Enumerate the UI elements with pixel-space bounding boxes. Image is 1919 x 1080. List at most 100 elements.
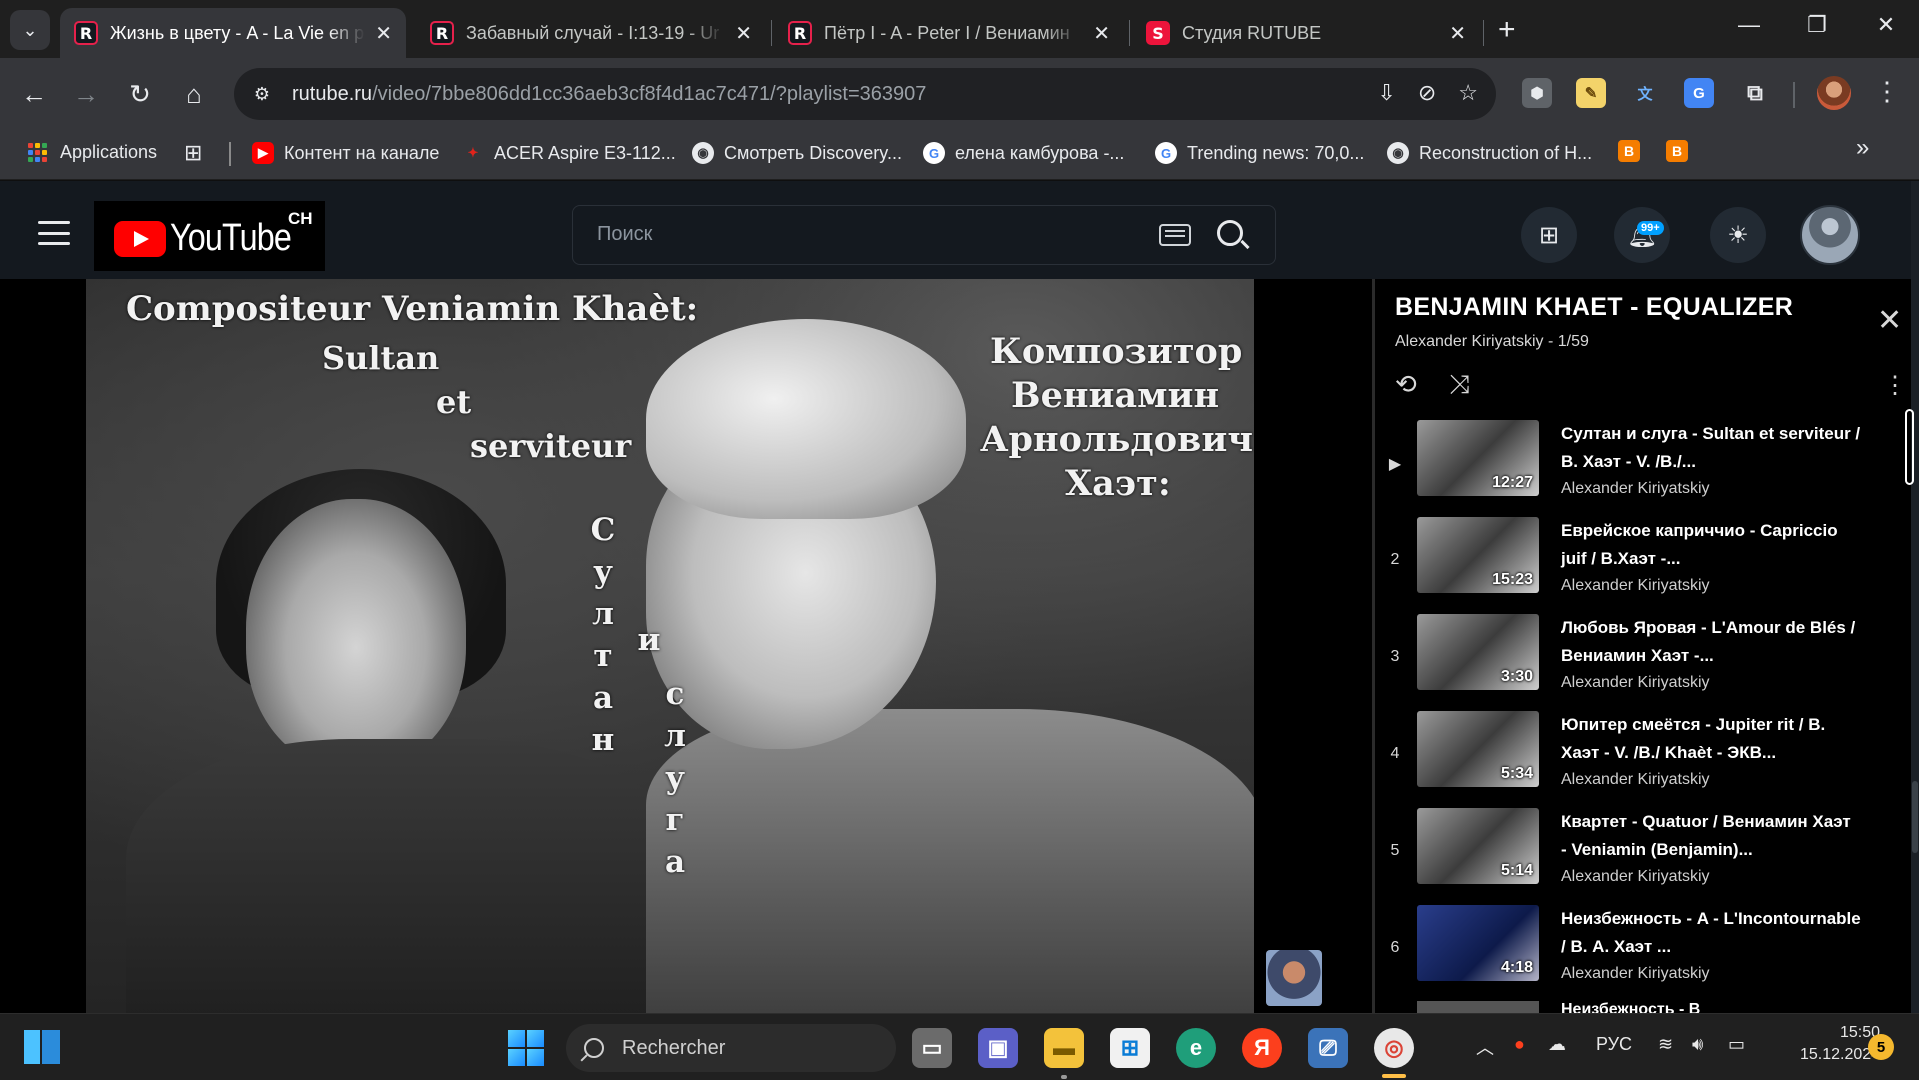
playlist-item-title[interactable]: Султан и слуга - Sultan et serviteur / В… <box>1561 420 1861 476</box>
scrollbar-thumb[interactable] <box>1912 781 1918 853</box>
edge-icon[interactable]: e <box>1176 1028 1216 1068</box>
chrome-icon[interactable]: ◎ <box>1374 1028 1414 1068</box>
home-icon[interactable]: ⌂ <box>176 76 212 112</box>
more-vert-icon[interactable]: ⋮ <box>1883 371 1907 400</box>
playlist-item[interactable]: 6 4:18 Неизбежность - A - L'Incontournab… <box>1375 905 1895 995</box>
menu-icon[interactable] <box>38 221 70 245</box>
bookmark-channel-content[interactable]: ▶ Контент на канале <box>252 142 439 164</box>
video-thumbnail[interactable]: 3:30 <box>1417 614 1539 690</box>
remote-desktop-icon[interactable]: ⎚ <box>1308 1028 1348 1068</box>
notifications-button[interactable]: 🔔︎ <box>1614 207 1670 263</box>
url-text[interactable]: rutube.ru/video/7bbe806dd1cc36aeb3cf8f4d… <box>292 83 926 106</box>
video-player[interactable]: Compositeur Veniamin Khaèt: Sultan et se… <box>0 279 1372 1013</box>
extension-cube-icon[interactable]: ⬢ <box>1522 78 1552 108</box>
playlist-scrollbar[interactable] <box>1905 409 1914 485</box>
notification-count-badge[interactable]: 5 <box>1868 1034 1894 1060</box>
playlist-item-author[interactable]: Alexander Kiriyatskiy <box>1561 771 1710 789</box>
taskbar-search[interactable]: Rechercher <box>566 1024 896 1072</box>
playlist-item-title[interactable]: Юпитер смеётся - Jupiter rit / В. Хаэт -… <box>1561 711 1861 767</box>
video-thumbnail[interactable]: 5:14 <box>1417 808 1539 884</box>
volume-icon[interactable]: 🔊︎ <box>1692 1034 1703 1055</box>
more-bookmarks-icon[interactable]: » <box>1856 134 1869 162</box>
tab-2[interactable]: R Забавный случай - I:13-19 - Ur ✕ <box>416 8 766 58</box>
install-app-icon[interactable]: ⇩ <box>1377 80 1395 106</box>
address-bar[interactable]: ⚙ rutube.ru/video/7bbe806dd1cc36aeb3cf8f… <box>234 68 1496 120</box>
back-icon[interactable]: ← <box>16 76 52 112</box>
video-thumbnail[interactable] <box>1417 1001 1539 1013</box>
close-icon[interactable]: ✕ <box>1449 21 1466 46</box>
video-thumbnail[interactable]: 15:23 <box>1417 517 1539 593</box>
video-frame[interactable]: Compositeur Veniamin Khaèt: Sultan et se… <box>86 279 1254 1013</box>
new-tab-button[interactable]: + <box>1498 13 1516 47</box>
search-input[interactable]: Поиск <box>572 205 1276 265</box>
widgets-icon[interactable] <box>24 1030 60 1064</box>
tab-3[interactable]: R Пётр I - A - Peter I / Вениамин ✕ <box>774 8 1124 58</box>
playlist-item-author[interactable]: Alexander Kiriyatskiy <box>1561 868 1710 886</box>
site-settings-icon[interactable]: ⚙ <box>242 74 282 114</box>
bookmark-kamburova[interactable]: G елена камбурова -... <box>923 142 1124 164</box>
playlist-item[interactable]: 3 3:30 Любовь Яровая - L'Amour de Blés /… <box>1375 614 1895 704</box>
playlist-item-title[interactable]: Неизбежность - В <box>1561 1001 1700 1013</box>
tab-search-button[interactable]: ⌄ <box>10 10 50 50</box>
teams-icon[interactable]: ▣ <box>978 1028 1018 1068</box>
windows-start-icon[interactable] <box>508 1030 544 1066</box>
playlist-item[interactable]: ▶ 12:27 Султан и слуга - Sultan et servi… <box>1375 420 1895 510</box>
bookmark-applications[interactable]: Applications <box>28 142 157 163</box>
channel-logo[interactable]: YouTube CH <box>94 201 325 271</box>
bookmark-tab-groups[interactable]: ⊞ <box>184 140 202 166</box>
task-view-icon[interactable]: ▭ <box>912 1028 952 1068</box>
playlist-item[interactable]: 2 15:23 Еврейское каприччио - Capriccio … <box>1375 517 1895 607</box>
onedrive-icon[interactable]: ☁ <box>1548 1034 1566 1055</box>
close-icon[interactable]: ✕ <box>375 21 392 46</box>
playlist-item-author[interactable]: Alexander Kiriyatskiy <box>1561 480 1710 498</box>
wifi-icon[interactable]: ≋ <box>1658 1034 1673 1055</box>
bookmark-trending[interactable]: G Trending news: 70,0... <box>1155 142 1364 164</box>
file-explorer-icon[interactable]: ▬ <box>1044 1028 1084 1068</box>
profile-avatar[interactable] <box>1817 76 1851 110</box>
extension-translate-icon[interactable]: 文 <box>1630 78 1660 108</box>
tab-1[interactable]: R Жизнь в цвету - A - La Vie en p ✕ <box>60 8 406 58</box>
playlist-item[interactable]: 5 5:14 Квартет - Quatuor / Вениамин Хаэт… <box>1375 808 1895 898</box>
yandex-browser-icon[interactable]: Я <box>1242 1028 1282 1068</box>
close-icon[interactable]: ✕ <box>1093 21 1110 46</box>
close-icon[interactable]: ✕ <box>735 21 752 46</box>
eye-off-icon[interactable]: ⊘ <box>1418 80 1436 106</box>
microsoft-store-icon[interactable]: ⊞ <box>1110 1028 1150 1068</box>
playlist-item-title[interactable]: Любовь Яровая - L'Amour de Blés / Вениам… <box>1561 614 1861 670</box>
bookmark-acer[interactable]: ✦ ACER Aspire E3-112... <box>462 142 676 164</box>
input-language[interactable]: РУС <box>1596 1034 1632 1055</box>
bookmark-star-icon[interactable]: ☆ <box>1458 80 1478 106</box>
playlist-item-title[interactable]: Неизбежность - A - L'Incontournable / В.… <box>1561 905 1861 961</box>
video-thumbnail[interactable]: 12:27 <box>1417 420 1539 496</box>
video-thumbnail[interactable]: 4:18 <box>1417 905 1539 981</box>
search-icon[interactable] <box>1217 220 1243 246</box>
theme-toggle-button[interactable]: ☀ <box>1710 207 1766 263</box>
minimize-icon[interactable]: — <box>1729 12 1769 38</box>
show-hidden-icons[interactable]: ︿ <box>1476 1034 1494 1060</box>
yandex-tray-icon[interactable]: ● <box>1514 1034 1525 1055</box>
playlist-item-author[interactable]: Alexander Kiriyatskiy <box>1561 577 1710 595</box>
bookmark-reconstruction[interactable]: ◉ Reconstruction of H... <box>1387 142 1592 164</box>
extensions-puzzle-icon[interactable]: ⧉ <box>1740 78 1770 108</box>
playlist-title[interactable]: BENJAMIN KHAET - EQUALIZER <box>1395 293 1793 322</box>
battery-icon[interactable]: ▭ <box>1728 1034 1745 1055</box>
picture-in-picture-thumbnail[interactable] <box>1266 950 1322 1006</box>
restore-icon[interactable]: ❐ <box>1797 12 1837 38</box>
window-close-icon[interactable]: ✕ <box>1866 12 1906 38</box>
shuffle-icon[interactable]: ⤨ <box>1449 369 1470 401</box>
more-vert-icon[interactable]: ⋮ <box>1874 76 1900 107</box>
playlist-item[interactable]: 4 5:34 Юпитер смеётся - Jupiter rit / В.… <box>1375 711 1895 801</box>
blogger-icon[interactable]: B <box>1666 140 1688 162</box>
user-avatar[interactable] <box>1800 205 1860 265</box>
tab-4[interactable]: S Студия RUTUBE ✕ <box>1132 8 1480 58</box>
playlist-item-author[interactable]: Alexander Kiriyatskiy <box>1561 965 1710 983</box>
close-icon[interactable]: ✕ <box>1877 303 1902 338</box>
video-thumbnail[interactable]: 5:34 <box>1417 711 1539 787</box>
upload-button[interactable]: ⊞ <box>1521 207 1577 263</box>
reload-icon[interactable]: ↻ <box>122 76 158 112</box>
blogger-icon[interactable]: B <box>1618 140 1640 162</box>
playlist-item-title[interactable]: Еврейское каприччио - Capriccio juif / В… <box>1561 517 1861 573</box>
keyboard-icon[interactable] <box>1159 224 1191 246</box>
playlist-item-author[interactable]: Alexander Kiriyatskiy <box>1561 674 1710 692</box>
page-scrollbar[interactable] <box>1911 181 1919 1013</box>
